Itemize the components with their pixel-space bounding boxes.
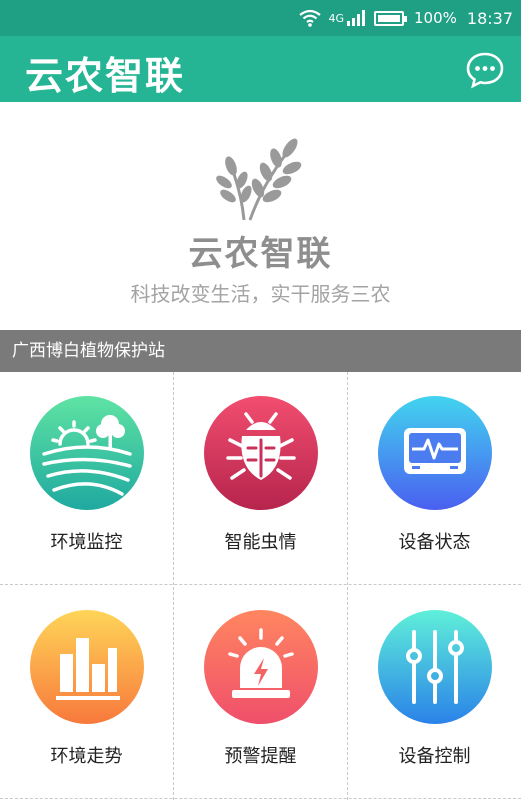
feature-label: 预警提醒: [224, 746, 297, 767]
feature-label: 智能虫情: [224, 532, 297, 553]
icon-circle: [378, 396, 492, 510]
chat-bubble-icon: [466, 52, 504, 89]
hero-banner: 云农智联 科技改变生活，实干服务三农: [0, 102, 521, 330]
wheat-icon: [216, 138, 302, 221]
feature-grid: 环境监控 智能虫情 设备状态 环境走势 预警提醒 设备控制: [0, 372, 521, 800]
status-bar: 4G 100% 18:37: [0, 0, 521, 36]
feature-environment-trend[interactable]: 环境走势: [0, 586, 173, 798]
farm-landscape-icon: [42, 415, 132, 496]
hero-slogan: 科技改变生活，实干服务三农: [130, 282, 391, 306]
feature-device-control[interactable]: 设备控制: [348, 586, 521, 798]
status-indicators: 4G 100% 18:37: [298, 0, 513, 36]
battery-percent: 100%: [414, 9, 457, 27]
clock: 18:37: [466, 8, 513, 28]
sliders-icon: [406, 630, 464, 704]
bar-chart-icon: [56, 638, 120, 700]
icon-circle: [30, 610, 144, 724]
icon-circle: [204, 610, 318, 724]
feature-label: 环境监控: [50, 532, 123, 553]
bug-icon: [226, 412, 296, 480]
wifi-icon: [299, 9, 322, 27]
grid-divider: [0, 584, 521, 585]
station-name-bar: 广西博白植物保护站: [0, 330, 521, 372]
feature-alert-reminder[interactable]: 预警提醒: [174, 586, 347, 798]
signal-icon: [347, 10, 365, 26]
icon-circle: [378, 610, 492, 724]
feature-label: 环境走势: [50, 746, 123, 767]
feature-environment-monitor[interactable]: 环境监控: [0, 372, 173, 584]
message-button[interactable]: [465, 50, 505, 90]
monitor-pulse-icon: [404, 428, 466, 474]
network-type: 4G: [328, 11, 344, 25]
icon-circle: [204, 396, 318, 510]
feature-smart-pest[interactable]: 智能虫情: [174, 372, 347, 584]
app-bar: 云农智联: [0, 36, 521, 102]
feature-label: 设备状态: [398, 532, 471, 553]
icon-circle: [30, 396, 144, 510]
alarm-light-icon: [228, 628, 294, 698]
battery-icon: [374, 10, 407, 26]
app-title: 云农智联: [25, 54, 186, 98]
feature-device-status[interactable]: 设备状态: [348, 372, 521, 584]
hero-app-name: 云农智联: [188, 234, 333, 274]
feature-label: 设备控制: [398, 746, 471, 767]
grid-divider: [0, 798, 521, 799]
station-name: 广西博白植物保护站: [12, 341, 165, 361]
